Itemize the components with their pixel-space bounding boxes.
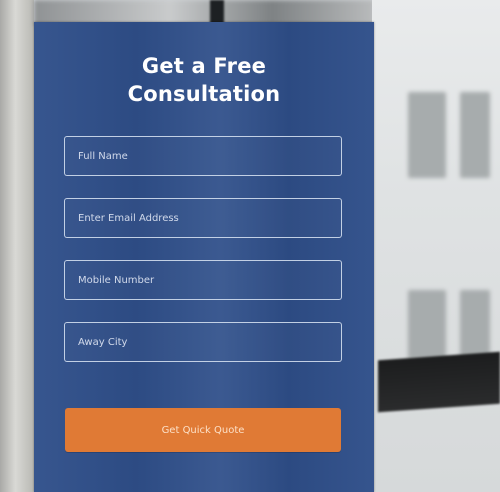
email-field[interactable] <box>64 198 342 238</box>
full-name-field[interactable] <box>64 136 342 176</box>
background-left-wall <box>0 0 34 492</box>
full-name-input[interactable] <box>65 137 341 175</box>
form-title-line-2: Consultation <box>127 82 281 106</box>
email-input[interactable] <box>65 199 341 237</box>
background-railing <box>378 351 500 413</box>
form-title-line-1: Get a Free <box>141 54 267 78</box>
city-field[interactable] <box>64 322 342 362</box>
background-building <box>372 0 500 492</box>
background-window <box>460 92 490 178</box>
consultation-form-card: Get a Free Consultation Get Quick Quote <box>34 22 374 492</box>
city-input[interactable] <box>65 323 341 361</box>
get-quick-quote-button[interactable]: Get Quick Quote <box>65 408 341 452</box>
background-window <box>408 290 446 360</box>
form-title: Get a Free Consultation <box>34 52 374 108</box>
background-window <box>408 92 446 178</box>
background-window <box>460 290 490 360</box>
mobile-number-input[interactable] <box>65 261 341 299</box>
mobile-number-field[interactable] <box>64 260 342 300</box>
